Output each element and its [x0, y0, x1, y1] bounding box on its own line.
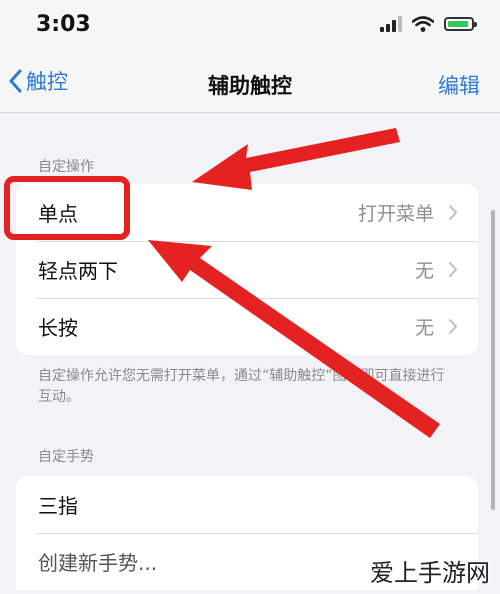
row-value: 无	[414, 260, 434, 282]
custom-gestures-header: 自定手势	[38, 449, 94, 465]
cellular-signal-icon	[380, 16, 402, 32]
edit-button[interactable]: 编辑	[438, 70, 480, 100]
row-label: 轻点两下	[38, 259, 118, 283]
page-title: 辅助触控	[208, 74, 292, 98]
row-value: 无	[414, 317, 434, 339]
status-time: 3:03	[36, 12, 91, 37]
custom-actions-footnote: 自定操作允许您无需打开菜单，通过“辅助触控”图标即可直接进行互动。	[38, 368, 445, 405]
row-three-finger[interactable]: 三指	[16, 476, 478, 533]
chevron-right-icon	[448, 261, 458, 278]
wifi-icon	[412, 16, 434, 32]
row-label: 创建新手势...	[38, 551, 158, 575]
annotation-highlight-box	[4, 176, 130, 240]
battery-icon	[444, 17, 477, 31]
row-value: 打开菜单	[357, 203, 434, 225]
annotation-arrow-upper	[192, 128, 400, 190]
custom-actions-header: 自定操作	[38, 159, 94, 175]
chevron-right-icon	[448, 204, 458, 221]
status-icons	[380, 16, 477, 32]
scrollbar[interactable]	[491, 210, 495, 510]
chevron-right-icon	[448, 318, 458, 335]
watermark-logo: 爱上手游网	[370, 559, 490, 587]
row-double-tap[interactable]: 轻点两下 无	[16, 241, 478, 298]
nav-bar: 触控 辅助触控 编辑	[0, 56, 500, 113]
row-long-press[interactable]: 长按 无	[16, 298, 478, 355]
row-label: 三指	[38, 494, 78, 518]
status-bar: 3:03	[0, 0, 500, 56]
row-label: 长按	[38, 316, 78, 340]
